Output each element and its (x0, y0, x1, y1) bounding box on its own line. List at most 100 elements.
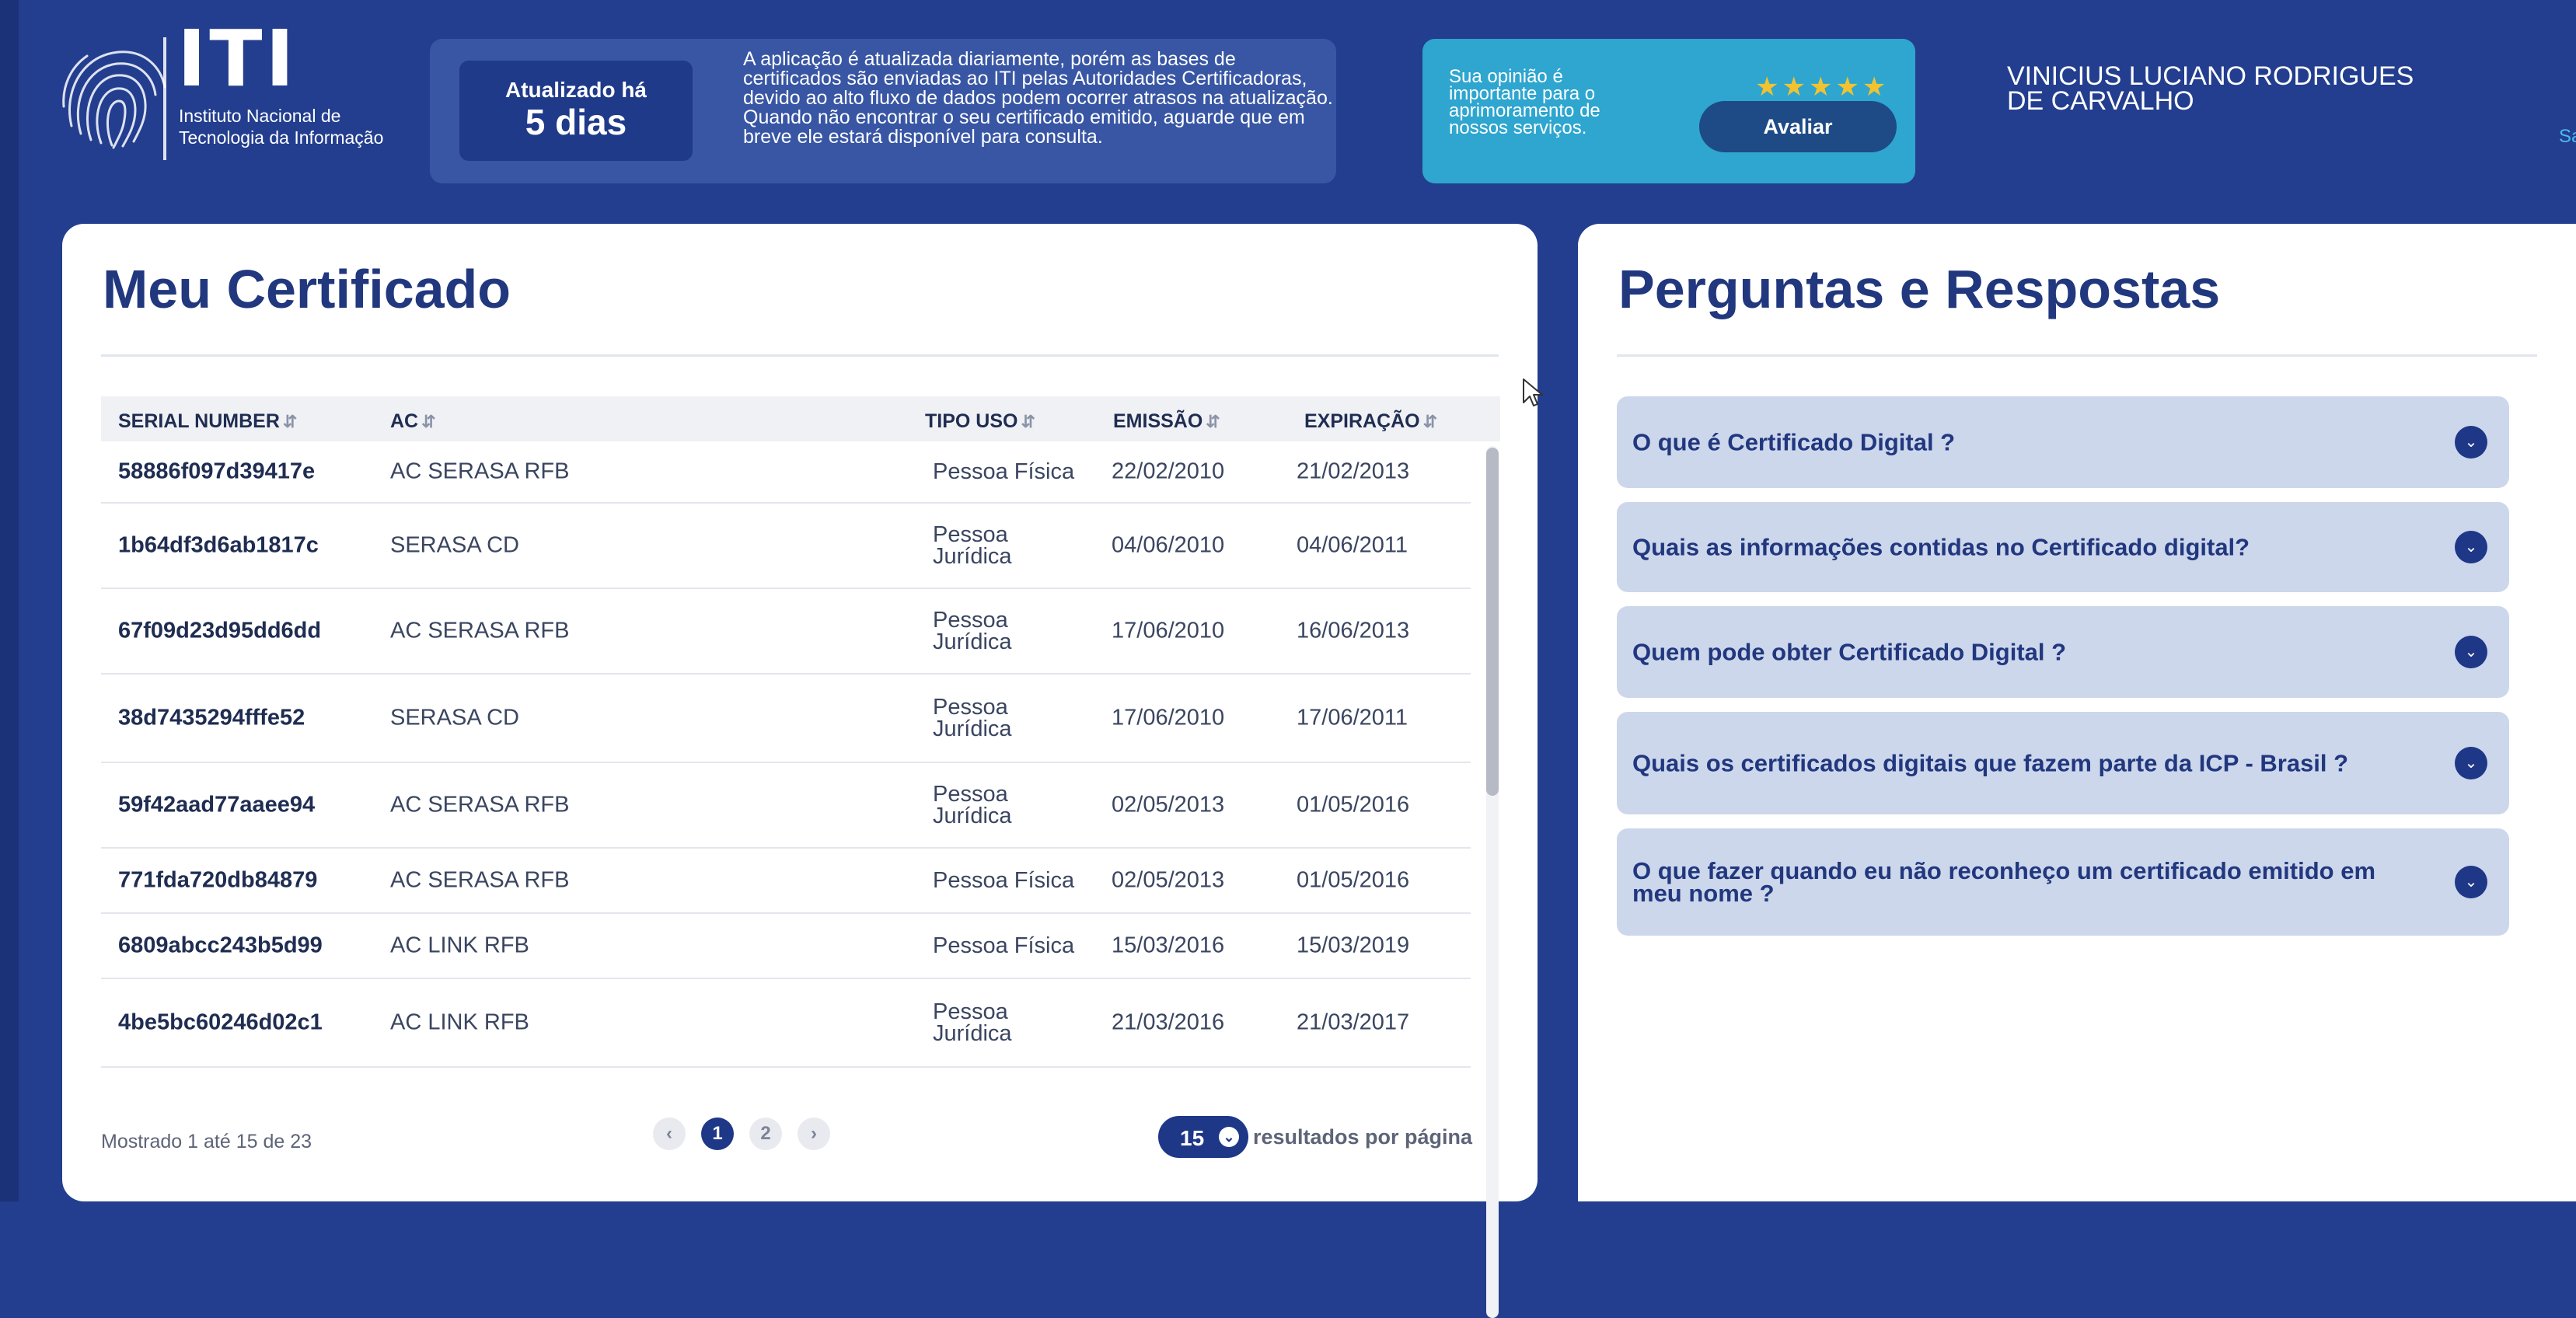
sort-icon[interactable]: ⇵ (283, 412, 297, 431)
faq-panel: Perguntas e Respostas O que é Certificad… (1578, 224, 2576, 1201)
table-scrollbar[interactable] (1486, 446, 1499, 1318)
table-row[interactable]: 59f42aad77aaee94 AC SERASA RFB Pessoa Ju… (101, 763, 1471, 849)
update-value: 5 dias (525, 102, 627, 142)
cell-emissao: 17/06/2010 (1112, 705, 1225, 730)
rate-button[interactable]: Avaliar (1699, 101, 1897, 152)
page-1-button[interactable]: 1 (701, 1118, 734, 1150)
faq-question: Quais os certificados digitais que fazem… (1632, 749, 2349, 777)
cell-expiracao: 17/06/2011 (1297, 705, 1408, 730)
per-page-label: resultados por página (1253, 1125, 1473, 1149)
cell-expiracao: 16/06/2013 (1297, 618, 1410, 643)
logout-link[interactable]: Sair (2559, 126, 2576, 148)
update-notice: Atualizado há 5 dias A aplicação é atual… (430, 39, 1336, 183)
table-row[interactable]: 1b64df3d6ab1817c SERASA CD Pessoa Jurídi… (101, 504, 1471, 589)
table-row[interactable]: 58886f097d39417e AC SERASA RFB Pessoa Fí… (101, 441, 1471, 504)
sort-icon[interactable]: ⇵ (1021, 412, 1035, 431)
prev-page-button[interactable]: ‹ (653, 1118, 686, 1150)
cell-serial: 771fda720db84879 (118, 867, 318, 893)
table-row[interactable]: 6809abcc243b5d99 AC LINK RFB Pessoa Físi… (101, 914, 1471, 979)
sort-icon[interactable]: ⇵ (421, 412, 435, 431)
faq-title: Perguntas e Respostas (1618, 259, 2221, 319)
cell-tipo: Pessoa Física (933, 868, 1075, 893)
chevron-down-icon[interactable]: ⌄ (2455, 747, 2487, 779)
table-row[interactable]: 771fda720db84879 AC SERASA RFB Pessoa Fí… (101, 849, 1471, 914)
cell-emissao: 17/06/2010 (1112, 618, 1225, 643)
cell-tipo: Pessoa Jurídica (933, 695, 1012, 741)
table-row[interactable]: 67f09d23d95dd6dd AC SERASA RFB Pessoa Ju… (101, 589, 1471, 675)
chevron-down-icon[interactable]: ⌄ (2455, 636, 2487, 668)
cell-tipo: Pessoa Jurídica (933, 782, 1012, 828)
chevron-down-icon[interactable]: ⌄ (2455, 531, 2487, 563)
faq-question: Quais as informações contidas no Certifi… (1632, 533, 2250, 561)
table-row[interactable]: 38d7435294fffe52 SERASA CD Pessoa Jurídi… (101, 675, 1471, 763)
chevron-down-icon: ⌄ (1219, 1127, 1239, 1147)
cell-serial: 59f42aad77aaee94 (118, 792, 316, 818)
fingerprint-icon (62, 51, 166, 149)
cell-tipo: Pessoa Jurídica (933, 522, 1012, 569)
cell-ac: SERASA CD (390, 705, 519, 730)
cell-serial: 1b64df3d6ab1817c (118, 532, 319, 558)
logo-divider (163, 37, 166, 160)
faq-item[interactable]: O que é Certificado Digital ? ⌄ (1617, 396, 2509, 488)
cell-tipo: Pessoa Jurídica (933, 999, 1012, 1046)
mouse-cursor-icon (1523, 378, 1543, 406)
cell-serial: 38d7435294fffe52 (118, 705, 305, 730)
certificates-panel: Meu Certificado SERIAL NUMBER ⇵ AC ⇵ TIPO … (62, 224, 1538, 1318)
table-header: SERIAL NUMBER ⇵ AC ⇵ TIPO USO ⇵ EMISSÃO ⇵ EX… (101, 396, 1500, 441)
per-page-value: 15 (1180, 1126, 1205, 1150)
page-2-button[interactable]: 2 (749, 1118, 782, 1150)
sort-icon[interactable]: ⇵ (1206, 412, 1220, 431)
logo-text: ITI (177, 13, 298, 104)
cell-expiracao: 21/02/2013 (1297, 459, 1410, 484)
logo-subtitle-line1: Instituto Nacional de (179, 106, 341, 126)
update-badge: Atualizado há 5 dias (459, 61, 693, 161)
cell-emissao: 02/05/2013 (1112, 867, 1225, 893)
cell-serial: 6809abcc243b5d99 (118, 933, 323, 958)
chevron-down-icon[interactable]: ⌄ (2455, 866, 2487, 898)
logo-subtitle-line2: Tecnologia da Informação (179, 127, 384, 148)
sort-icon[interactable]: ⇵ (1423, 412, 1437, 431)
column-header-emissao[interactable]: EMISSÃO ⇵ (1113, 410, 1220, 433)
cell-emissao: 22/02/2010 (1112, 459, 1225, 484)
faq-item[interactable]: Quais os certificados digitais que fazem… (1617, 712, 2509, 814)
cell-ac: AC SERASA RFB (390, 459, 570, 484)
cell-tipo: Pessoa Jurídica (933, 608, 1012, 654)
next-page-button[interactable]: › (798, 1118, 830, 1150)
update-label: Atualizado há (504, 78, 647, 102)
column-header-expiracao[interactable]: EXPIRAÇÃO ⇵ (1304, 410, 1437, 433)
cell-expiracao: 21/03/2017 (1297, 1009, 1410, 1035)
table-row[interactable]: 4be5bc60246d02c1 AC LINK RFB Pessoa Jurí… (101, 979, 1471, 1068)
cell-ac: AC LINK RFB (390, 1009, 529, 1035)
cell-serial: 4be5bc60246d02c1 (118, 1009, 323, 1035)
cell-serial: 67f09d23d95dd6dd (118, 618, 322, 643)
cell-emissao: 02/05/2013 (1112, 792, 1225, 818)
faq-item[interactable]: O que fazer quando eu não reconheço um c… (1617, 828, 2509, 936)
faq-question: Quem pode obter Certificado Digital ? (1632, 638, 2067, 666)
cell-ac: AC SERASA RFB (390, 618, 570, 643)
cell-expiracao: 01/05/2016 (1297, 792, 1410, 818)
divider (1617, 354, 2537, 357)
window-edge (0, 0, 19, 1201)
cell-expiracao: 04/06/2011 (1297, 532, 1408, 558)
cell-tipo: Pessoa Física (933, 459, 1075, 484)
rating-box: Sua opinião é importante para o aprimora… (1422, 39, 1915, 183)
faq-item[interactable]: Quem pode obter Certificado Digital ? ⌄ (1617, 606, 2509, 698)
per-page-select[interactable]: 15 ⌄ (1158, 1116, 1248, 1158)
cell-ac: AC SERASA RFB (390, 792, 570, 818)
chevron-down-icon[interactable]: ⌄ (2455, 426, 2487, 459)
cell-emissao: 04/06/2010 (1112, 532, 1225, 558)
cell-expiracao: 01/05/2016 (1297, 867, 1410, 893)
cell-emissao: 21/03/2016 (1112, 1009, 1225, 1035)
cell-ac: SERASA CD (390, 532, 519, 558)
faq-question: O que é Certificado Digital ? (1632, 428, 1956, 456)
table-body[interactable]: 58886f097d39417e AC SERASA RFB Pessoa Fí… (101, 441, 1471, 1318)
faq-item[interactable]: Quais as informações contidas no Certifi… (1617, 502, 2509, 592)
column-header-tipo-uso[interactable]: TIPO USO ⇵ (925, 410, 1035, 433)
column-header-ac[interactable]: AC ⇵ (390, 410, 436, 433)
scrollbar-thumb[interactable] (1486, 448, 1499, 796)
column-header-serial[interactable]: SERIAL NUMBER ⇵ (118, 410, 297, 433)
user-name: VINICIUS LUCIANO RODRIGUES DE CARVALHO (2007, 61, 2414, 116)
cell-serial: 58886f097d39417e (118, 459, 316, 484)
cell-tipo: Pessoa Física (933, 933, 1075, 958)
update-message: A aplicação é atualizada diariamente, po… (743, 48, 1333, 148)
